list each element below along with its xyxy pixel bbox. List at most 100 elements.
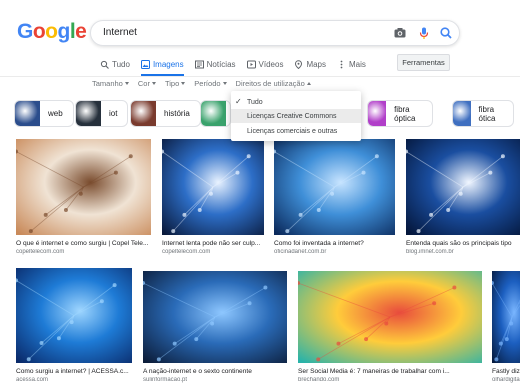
result-source: olhardigital.com.br bbox=[492, 377, 520, 383]
result-thumbnail bbox=[274, 139, 395, 235]
result-thumbnail bbox=[16, 139, 151, 235]
result-caption[interactable]: Ser Social Media é: 7 maneiras de trabal… bbox=[298, 368, 484, 375]
chip-label: fibra ótica bbox=[478, 104, 496, 123]
result-thumbnail bbox=[162, 139, 264, 235]
filter-label: Período bbox=[194, 78, 221, 88]
chip-thumbnail bbox=[15, 101, 40, 126]
result-caption[interactable]: Como foi inventada a internet? bbox=[274, 240, 397, 247]
logo-letter: G bbox=[17, 20, 33, 43]
image-result[interactable]: A nação-internet e o sexto continente sul… bbox=[143, 271, 287, 385]
option-label: Tudo bbox=[247, 98, 263, 106]
image-result[interactable]: Entenda quais são os principais tipo blog… bbox=[406, 139, 520, 263]
filter-bar: Tamanho Cor Tipo Período Direitos de utiliza… bbox=[92, 78, 320, 88]
image-result[interactable]: Como surgiu a internet? | ACESSA.c... ace… bbox=[16, 268, 132, 385]
filter-2[interactable]: Tipo bbox=[164, 78, 186, 88]
result-source: oficinadanet.com.br bbox=[274, 249, 327, 255]
filter-4[interactable]: Direitos de utilização bbox=[236, 78, 311, 88]
news-icon bbox=[194, 60, 204, 69]
tab-videos[interactable]: Vídeos bbox=[246, 56, 284, 72]
image-icon bbox=[140, 59, 150, 69]
usage-rights-option[interactable]: Licenças Creative Commons bbox=[231, 109, 361, 123]
usage-rights-option[interactable]: ✓ Tudo bbox=[231, 95, 361, 109]
option-label: Licenças comerciais e outras bbox=[247, 127, 338, 135]
tab-label: Mais bbox=[349, 59, 366, 69]
chip-história[interactable]: história bbox=[130, 100, 201, 127]
map-pin-icon bbox=[294, 59, 303, 69]
filter-3[interactable]: Período bbox=[194, 78, 227, 88]
result-thumbnail bbox=[143, 271, 287, 363]
chip-thumbnail bbox=[201, 101, 226, 126]
option-label: Licenças Creative Commons bbox=[247, 112, 337, 120]
result-source: copeltelecom.com bbox=[162, 249, 211, 255]
image-result[interactable]: Como foi inventada a internet? oficinadan… bbox=[274, 139, 395, 263]
chip-thumbnail bbox=[453, 101, 471, 126]
tab-noticias[interactable]: Notícias bbox=[194, 56, 236, 72]
logo-letter: g bbox=[57, 20, 71, 43]
chevron-down-icon bbox=[181, 81, 186, 85]
microphone-icon[interactable] bbox=[417, 26, 431, 40]
filter-label: Tipo bbox=[164, 78, 180, 88]
chip-fibra ótica[interactable]: fibra ótica bbox=[452, 100, 514, 127]
tab-tudo[interactable]: Tudo bbox=[100, 56, 130, 72]
result-caption[interactable]: Internet lenta pode não ser culp... bbox=[162, 240, 266, 247]
chip-topic[interactable] bbox=[200, 100, 231, 127]
filter-1[interactable]: Cor bbox=[138, 78, 156, 88]
chevron-down-icon bbox=[151, 81, 156, 85]
usage-rights-dropdown: ✓ Tudo Licenças Creative Commons Licenças c… bbox=[231, 91, 361, 141]
result-caption[interactable]: Entenda quais são os principais tipo bbox=[406, 240, 520, 247]
filter-label: Cor bbox=[137, 78, 150, 88]
chevron-up-icon bbox=[306, 81, 311, 85]
search-input[interactable]: Internet bbox=[103, 27, 137, 38]
tab-label: Notícias bbox=[206, 59, 236, 69]
chip-label: iot bbox=[109, 109, 118, 118]
tab-label: Vídeos bbox=[258, 59, 284, 69]
result-source: copeltelecom.com bbox=[16, 249, 65, 255]
video-icon bbox=[246, 60, 256, 69]
search-icon[interactable] bbox=[439, 26, 453, 40]
tab-label: Imagens bbox=[152, 59, 184, 69]
chip-thumbnail bbox=[368, 101, 387, 126]
result-caption[interactable]: Fastly diz que qu bbox=[492, 368, 520, 375]
tab-maps[interactable]: Maps bbox=[294, 56, 326, 72]
filter-label: Tamanho bbox=[92, 78, 123, 88]
tools-button[interactable]: Ferramentas bbox=[397, 54, 450, 71]
logo-letter: e bbox=[75, 20, 87, 43]
result-caption[interactable]: Como surgiu a internet? | ACESSA.c... bbox=[16, 368, 134, 375]
result-source: blog.imnet.com.br bbox=[406, 249, 454, 255]
camera-icon[interactable] bbox=[393, 26, 407, 40]
image-result[interactable]: Internet lenta pode não ser culp... copel… bbox=[162, 139, 264, 263]
result-caption[interactable]: O que é internet e como surgiu | Copel T… bbox=[16, 240, 153, 247]
chip-label: fibra óptica bbox=[394, 104, 416, 123]
check-icon: ✓ bbox=[235, 97, 242, 106]
search-tabs: Tudo Imagens Notícias Vídeos Maps Mais bbox=[100, 56, 377, 76]
result-thumbnail bbox=[298, 271, 482, 363]
more-icon bbox=[337, 60, 346, 69]
result-thumbnail bbox=[492, 271, 520, 363]
chip-web[interactable]: web bbox=[14, 100, 74, 127]
image-result[interactable]: Fastly diz que qu olhardigital.com.br bbox=[492, 271, 520, 385]
chip-thumbnail bbox=[131, 101, 156, 126]
result-thumbnail bbox=[406, 139, 520, 235]
tab-mais[interactable]: Mais bbox=[337, 56, 366, 72]
chip-thumbnail bbox=[76, 101, 101, 126]
usage-rights-option[interactable]: Licenças comerciais e outras bbox=[231, 124, 361, 138]
result-source: sulinformacao.pt bbox=[143, 377, 188, 383]
chip-iot[interactable]: iot bbox=[75, 100, 129, 127]
image-result[interactable]: O que é internet e como surgiu | Copel T… bbox=[16, 139, 151, 263]
filter-0[interactable]: Tamanho bbox=[92, 78, 129, 88]
tab-imagens[interactable]: Imagens bbox=[140, 56, 184, 76]
header-divider bbox=[0, 76, 520, 77]
search-box[interactable]: Internet bbox=[90, 20, 460, 46]
logo-letter: o bbox=[45, 20, 58, 43]
chip-fibra óptica[interactable]: fibra óptica bbox=[367, 100, 434, 127]
chip-label: web bbox=[48, 109, 63, 118]
chevron-down-icon bbox=[124, 81, 129, 85]
search-icon bbox=[100, 60, 109, 69]
result-caption[interactable]: A nação-internet e o sexto continente bbox=[143, 368, 289, 375]
result-thumbnail bbox=[16, 268, 132, 363]
chip-label: história bbox=[164, 109, 190, 118]
google-logo[interactable]: Google bbox=[17, 20, 87, 44]
image-result[interactable]: Ser Social Media é: 7 maneiras de trabal… bbox=[298, 271, 482, 385]
tab-label: Tudo bbox=[112, 59, 130, 69]
logo-letter: o bbox=[32, 20, 46, 43]
